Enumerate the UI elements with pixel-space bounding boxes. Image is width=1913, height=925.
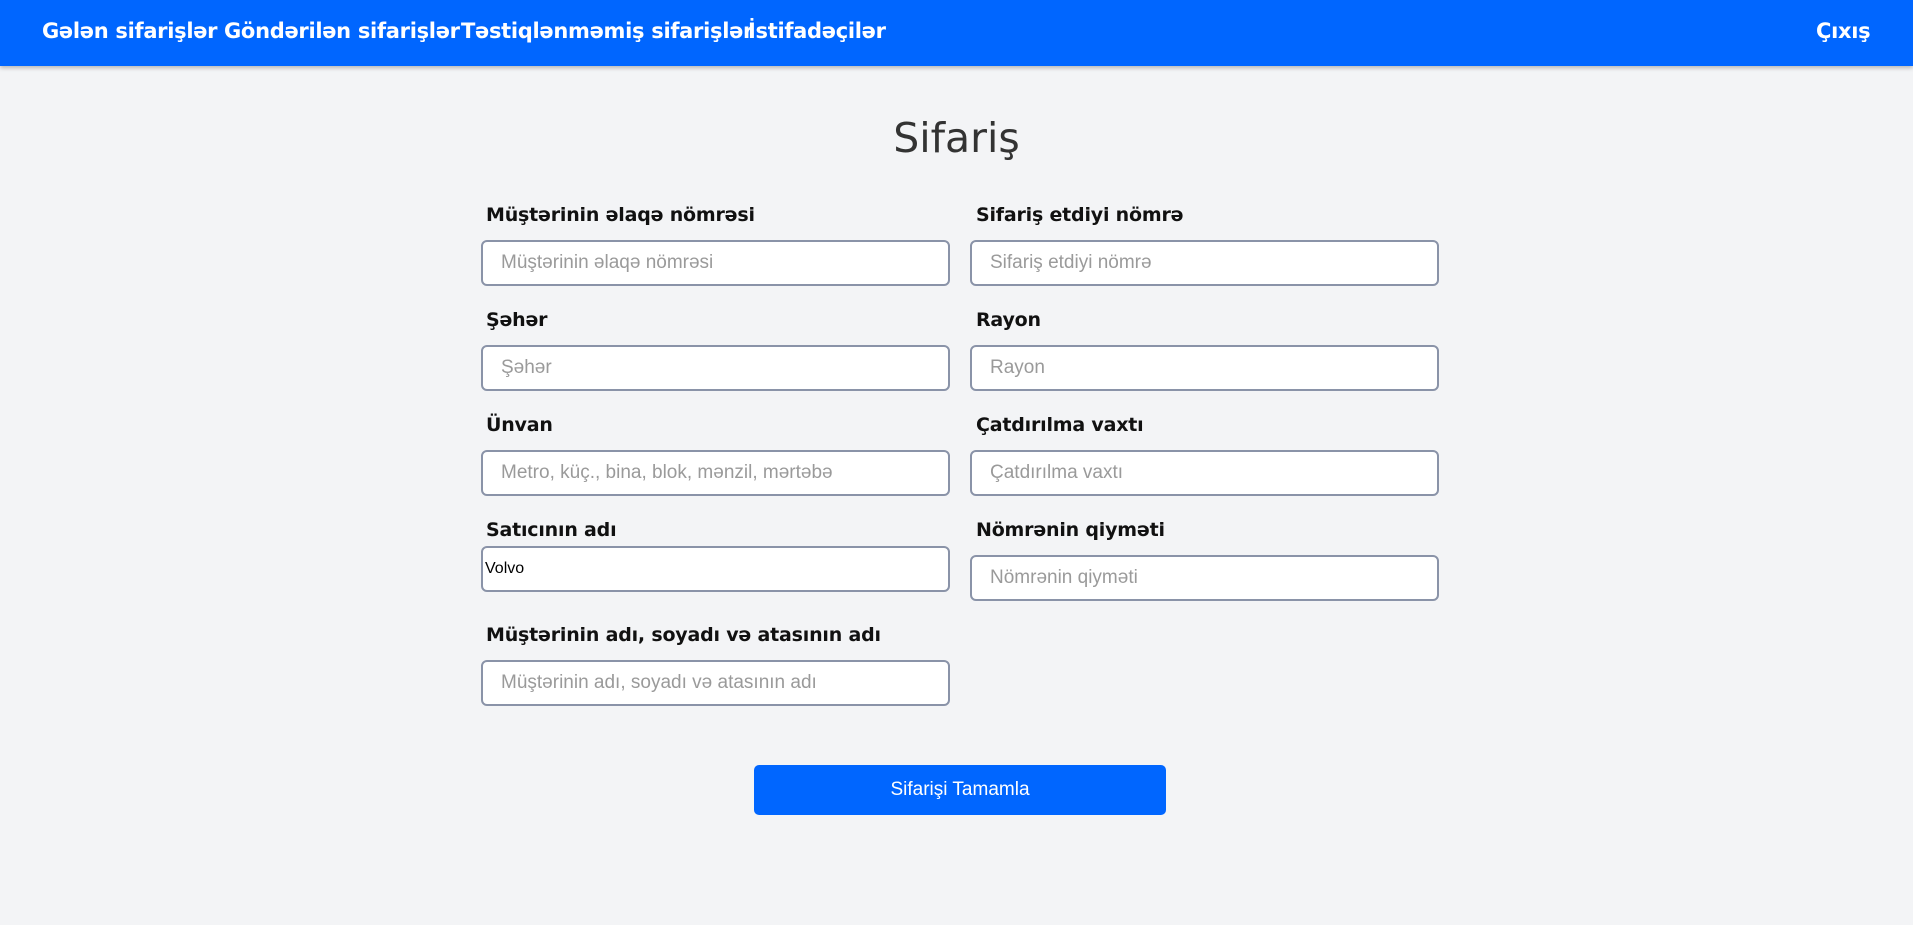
city-input[interactable] (481, 345, 950, 391)
city-label: Şəhər (486, 309, 548, 331)
district-label: Rayon (976, 309, 1041, 331)
ordered-number-input[interactable] (970, 240, 1439, 286)
ordered-number-label: Sifariş etdiyi nömrə (976, 204, 1184, 226)
nav-users[interactable]: İstifadəçilər (748, 16, 886, 46)
delivery-time-input[interactable] (970, 450, 1439, 496)
address-label: Ünvan (486, 414, 553, 436)
seller-name-label: Satıcının adı (486, 519, 617, 541)
seller-name-select[interactable] (481, 546, 950, 592)
nav-incoming-orders[interactable]: Gələn sifarişlər (42, 16, 218, 46)
district-input[interactable] (970, 345, 1439, 391)
page-title: Sifariş (893, 114, 1020, 162)
customer-full-name-input[interactable] (481, 660, 950, 706)
complete-order-button[interactable]: Sifarişi Tamamla (754, 765, 1166, 815)
customer-phone-label: Müştərinin əlaqə nömrəsi (486, 204, 755, 226)
logout-link[interactable]: Çıxış (1816, 16, 1871, 46)
delivery-time-label: Çatdırılma vaxtı (976, 414, 1144, 436)
customer-phone-input[interactable] (481, 240, 950, 286)
number-price-input[interactable] (970, 555, 1439, 601)
customer-full-name-label: Müştərinin adı, soyadı və atasının adı (486, 624, 881, 646)
address-input[interactable] (481, 450, 950, 496)
top-navbar: Gələn sifarişlər Göndərilən sifarişlər T… (0, 0, 1913, 66)
nav-sent-orders[interactable]: Göndərilən sifarişlər (224, 16, 460, 46)
nav-unconfirmed-orders[interactable]: Təstiqlənməmiş sifarişlər (461, 16, 753, 46)
number-price-label: Nömrənin qiyməti (976, 519, 1165, 541)
